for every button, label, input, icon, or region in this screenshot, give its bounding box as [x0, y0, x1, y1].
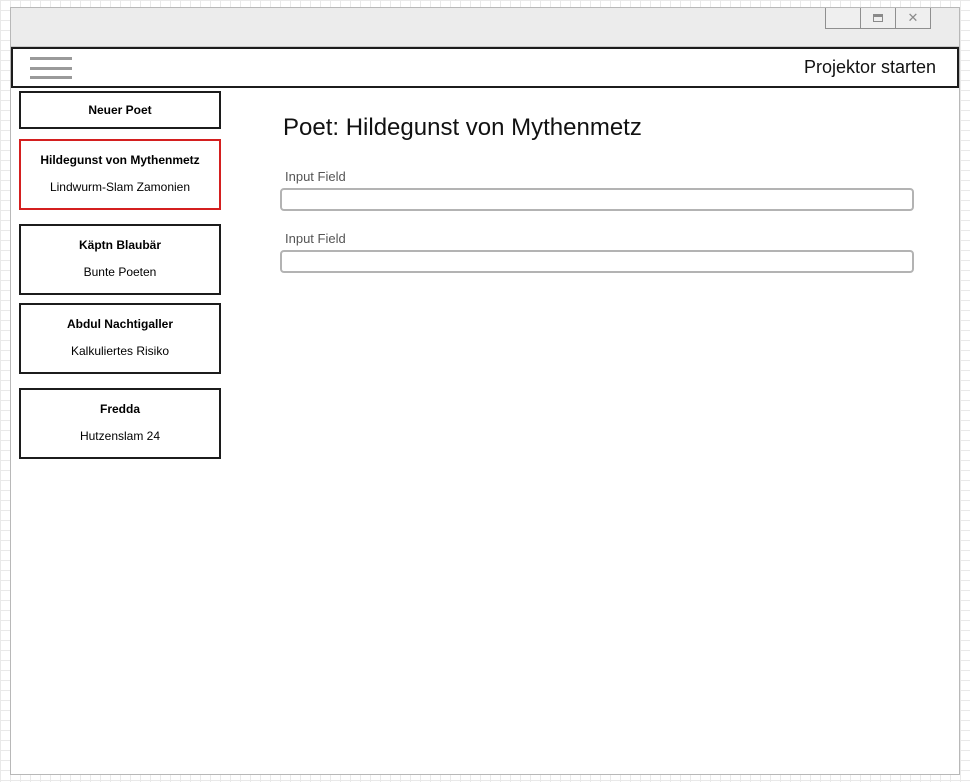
minimize-button[interactable]	[826, 8, 860, 28]
poet-group: Lindwurm-Slam Zamonien	[49, 180, 191, 194]
poet-card-abdul-nachtigaller[interactable]: Abdul Nachtigaller Kalkuliertes Risiko	[19, 303, 221, 374]
new-poet-button[interactable]: Neuer Poet	[19, 91, 221, 129]
window-controls: ✕	[825, 8, 931, 29]
poet-group: Kalkuliertes Risiko	[70, 344, 170, 358]
poet-group: Bunte Poeten	[83, 265, 157, 279]
input-field-2[interactable]	[280, 250, 914, 273]
start-projector-button[interactable]: Projektor starten	[804, 57, 936, 78]
input-field-1[interactable]	[280, 188, 914, 211]
poet-name: Fredda	[99, 402, 140, 416]
maximize-button[interactable]	[860, 8, 895, 28]
maximize-icon	[873, 14, 883, 22]
page-title: Poet: Hildegunst von Mythenmetz	[283, 114, 642, 141]
hamburger-menu-icon[interactable]	[30, 56, 72, 80]
poet-name: Käptn Blaubär	[78, 238, 161, 252]
title-bar: ✕	[11, 8, 959, 47]
poet-card-kaeptn-blaubaer[interactable]: Käptn Blaubär Bunte Poeten	[19, 224, 221, 295]
close-icon: ✕	[907, 10, 919, 26]
top-navbar: Projektor starten	[11, 47, 959, 88]
field-label: Input Field	[285, 169, 346, 184]
field-label: Input Field	[285, 231, 346, 246]
poet-sidebar: Neuer Poet Hildegunst von Mythenmetz Lin…	[19, 91, 221, 459]
poet-card-fredda[interactable]: Fredda Hutzenslam 24	[19, 388, 221, 459]
close-button[interactable]: ✕	[895, 8, 930, 28]
poet-name: Abdul Nachtigaller	[66, 317, 173, 331]
poet-group: Hutzenslam 24	[79, 429, 161, 443]
poet-card-hildegunst[interactable]: Hildegunst von Mythenmetz Lindwurm-Slam …	[19, 139, 221, 210]
poet-name: Hildegunst von Mythenmetz	[40, 153, 200, 167]
